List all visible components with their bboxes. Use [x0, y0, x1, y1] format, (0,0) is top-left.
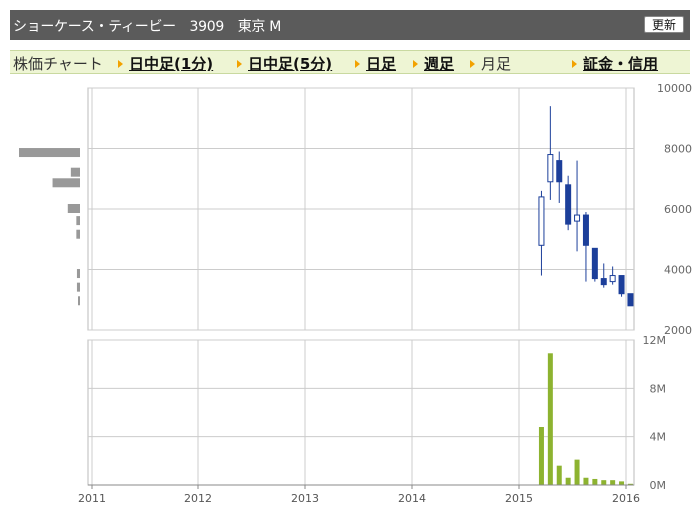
price-tick-label: 2000: [664, 324, 692, 337]
candle-body: [574, 214, 581, 222]
candle-body: [591, 247, 598, 280]
x-tick-label: 2014: [398, 492, 426, 505]
profile-bar: [76, 282, 80, 292]
volume-bar: [610, 480, 616, 485]
candle-body: [538, 196, 545, 246]
price-tick-label: 4000: [664, 264, 692, 277]
profile-bar: [52, 178, 80, 188]
volume-bar: [538, 427, 544, 485]
x-tick-label: 2015: [505, 492, 533, 505]
volume-bar: [547, 353, 553, 485]
profile-bar: [76, 229, 80, 239]
candle-body: [609, 275, 616, 283]
candle-body: [582, 214, 589, 246]
candle-body: [627, 293, 634, 307]
price-volume-profile: [19, 148, 80, 306]
volume-bar: [556, 465, 562, 485]
price-panel: 10000 8000 6000 4000 2000: [87, 82, 692, 337]
profile-bar: [76, 269, 80, 279]
volume-tick-label: 0M: [650, 479, 667, 492]
volume-bar: [601, 480, 607, 485]
price-tick-label: 10000: [657, 82, 692, 95]
volume-bar: [565, 477, 571, 485]
x-tick-label: 2013: [291, 492, 319, 505]
price-tick-label: 8000: [664, 143, 692, 156]
candle-body: [547, 154, 554, 183]
volume-panel: 12M 8M 4M 0M: [87, 334, 667, 492]
candle-body: [618, 275, 625, 295]
candle-body: [600, 278, 607, 286]
x-tick-label: 2012: [184, 492, 212, 505]
volume-bar: [583, 477, 589, 485]
volume-tick-label: 4M: [650, 431, 667, 444]
profile-bar: [76, 216, 80, 226]
x-tick-label: 2016: [612, 492, 640, 505]
volume-bar: [592, 478, 598, 485]
volume-bar: [619, 481, 625, 485]
volume-tick-label: 8M: [650, 382, 667, 395]
stock-chart: 10000 8000 6000 4000 2000 12M 8M 4M 0M 2011 2012…: [19, 82, 692, 505]
profile-bar: [67, 204, 80, 213]
profile-bar: [19, 148, 80, 158]
candle-body: [556, 160, 563, 183]
x-tick-label: 2011: [78, 492, 106, 505]
price-tick-label: 6000: [664, 203, 692, 216]
candle-body: [565, 184, 572, 225]
profile-bar: [78, 296, 80, 306]
profile-bar: [70, 167, 80, 177]
volume-bar: [574, 459, 580, 485]
volume-tick-label: 12M: [643, 334, 667, 347]
x-axis: 2011 2012 2013 2014 2015 2016: [78, 484, 640, 505]
